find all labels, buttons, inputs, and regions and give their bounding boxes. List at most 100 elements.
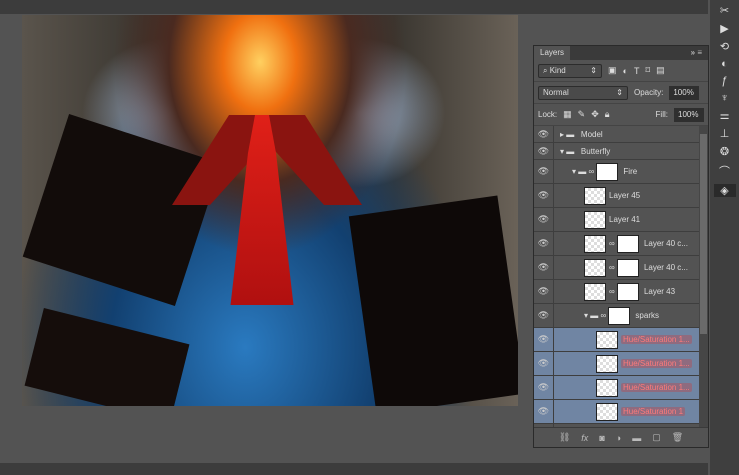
type-filter-icon[interactable]: T [634,66,640,76]
collapse-arrow-icon[interactable]: ▾ [560,147,564,156]
expand-arrow-icon[interactable]: ▸ [560,130,564,139]
fill-label: Fill: [655,110,668,119]
layer-row[interactable]: 👁︎ ∞ Layer 40 c... [534,232,700,256]
paths-icon[interactable]: ⌒ [719,163,730,179]
layer-thumbnail[interactable] [596,354,618,373]
visibility-eye-icon[interactable]: 👁︎ [534,328,554,351]
clone-source-icon[interactable]: ⊥ [720,127,730,140]
layer-mask-thumbnail[interactable] [596,162,619,181]
layers-panel-icon[interactable]: ◈ [713,184,736,197]
blend-mode-select[interactable]: Normal ⇕ [538,85,628,100]
visibility-eye-icon[interactable]: 👁︎ [534,376,554,399]
document-canvas[interactable] [22,15,518,406]
layers-scrollbar[interactable] [699,126,708,428]
tab-layers[interactable]: Layers [534,46,571,60]
visibility-eye-icon[interactable]: 👁︎ [534,208,554,231]
fire-panel-left [22,113,222,307]
adjustment-filter-icon[interactable]: ◐ [623,66,628,76]
visibility-eye-icon[interactable]: 👁︎ [534,126,554,142]
visibility-eye-icon[interactable]: 👁︎ [534,232,554,255]
link-chain-icon: ∞ [588,167,595,176]
layer-mask-thumbnail[interactable] [616,258,639,277]
layer-row[interactable]: 👁︎ Layer 45 [534,184,700,208]
visibility-eye-icon[interactable]: 👁︎ [534,184,554,207]
folder-icon: ▬ [566,129,575,139]
right-panel-dock: ✂ ▶ ⟲ ◐ ƒ ♆ ⚌ ⊥ ❂ ⌒ ◈ [710,0,739,475]
folder-icon: ▬ [566,146,575,156]
link-icon[interactable]: ⛓ [559,432,570,443]
brush-tool-icon[interactable]: ✂ [720,4,729,17]
layer-row[interactable]: 👁︎ ∞ Layer 43 [534,280,700,304]
pixel-filter-icon[interactable]: ▣ [608,65,617,76]
layer-row[interactable]: 👁︎ Layer 41 [534,208,700,232]
layer-thumbnail[interactable] [584,282,606,301]
visibility-eye-icon[interactable]: 👁︎ [534,160,554,183]
layer-mask-thumbnail[interactable] [616,234,639,253]
lock-all-icon[interactable]: 🔒︎ [605,109,610,120]
layer-name: Hue/Saturation 1... [621,335,692,344]
trash-icon[interactable]: 🗑︎ [672,432,683,443]
shape-filter-icon[interactable]: ⌑ [645,65,650,76]
new-group-icon[interactable]: ▬ [632,433,641,443]
lock-pixels-icon[interactable]: ✎ [578,109,586,120]
brushes-icon[interactable]: ♆ [720,92,728,104]
collapse-arrow-icon[interactable]: ▾ [584,311,588,320]
layer-name: sparks [635,311,659,320]
channels-icon[interactable]: ❂ [720,145,729,158]
layer-thumbnail[interactable] [584,258,606,277]
add-mask-icon[interactable]: ◙ [599,433,604,443]
layer-row[interactable]: 👁︎ ∞ Layer 40 c... [534,256,700,280]
lock-transparent-icon[interactable]: ▦ [563,109,572,120]
visibility-eye-icon[interactable]: 👁︎ [534,143,554,159]
visibility-eye-icon[interactable]: 👁︎ [534,304,554,327]
layer-row[interactable]: 👁︎ Hue/Saturation 1... [534,328,700,352]
visibility-eye-icon[interactable]: 👁︎ [534,352,554,375]
visibility-eye-icon[interactable]: 👁︎ [534,400,554,423]
layer-name: Butterfly [580,146,611,156]
panel-menu-icon[interactable]: » ≡ [691,48,702,57]
smart-object-filter-icon[interactable]: ▤ [656,65,665,76]
new-layer-icon[interactable]: ▢ [652,432,661,443]
adjustments-icon[interactable]: ◐ [721,58,728,70]
layer-row[interactable]: 👁︎ Hue/Saturation 1... [534,352,700,376]
options-bar [0,0,708,14]
layer-thumbnail[interactable] [584,234,606,253]
fire-panel-right [348,195,518,406]
properties-icon[interactable]: ⚌ [720,109,730,122]
layer-mask-thumbnail[interactable] [608,306,631,325]
link-chain-icon: ∞ [600,311,607,320]
layer-row[interactable]: 👁︎ ▸ ▬ Model [534,126,700,143]
layer-thumbnail[interactable] [584,210,606,229]
layer-thumbnail[interactable] [584,186,606,205]
status-bar [0,463,708,475]
opacity-input[interactable]: 100% [669,85,700,100]
link-chain-icon: ∞ [609,239,615,248]
layer-row[interactable]: 👁︎ Hue/Saturation 1 [534,400,700,424]
layer-row[interactable]: 👁︎ ▾ ▬ ∞ sparks [534,304,700,328]
styles-icon[interactable]: ƒ [721,75,727,87]
layer-row[interactable]: 👁︎ ▾ ▬ ∞ Fire [534,160,700,184]
layer-thumbnail[interactable] [596,378,618,397]
history-icon[interactable]: ⟲ [720,40,729,53]
visibility-eye-icon[interactable]: 👁︎ [534,256,554,279]
layer-name: Hue/Saturation 1... [621,383,692,392]
collapse-arrow-icon[interactable]: ▾ [572,167,576,176]
fill-input[interactable]: 100% [674,107,704,122]
lock-position-icon[interactable]: ✥ [591,109,599,120]
fx-icon[interactable]: fx [581,433,588,443]
layer-thumbnail[interactable] [596,402,618,421]
layer-mask-thumbnail[interactable] [616,282,639,301]
layers-list: 👁︎ ▸ ▬ Model 👁︎ ▾ ▬ Butterfly 👁︎ ▾ ▬ ∞ Fire 👁︎… [534,126,700,428]
lock-label: Lock: [538,110,558,119]
folder-icon: ▬ [578,167,587,176]
visibility-eye-icon[interactable]: 👁︎ [534,280,554,303]
adjustment-layer-icon[interactable]: ◑ [616,433,621,443]
layer-name: Layer 40 c... [643,263,688,272]
layer-thumbnail[interactable] [596,330,618,349]
layer-row[interactable]: 👁︎ ▾ ▬ Butterfly [534,143,700,160]
filter-kind-select[interactable]: ⌕ Kind ⇕ [538,63,602,78]
play-icon[interactable]: ▶ [720,22,728,35]
opacity-label: Opacity: [634,88,664,97]
layer-name: Hue/Saturation 1... [621,359,692,368]
layer-row[interactable]: 👁︎ Hue/Saturation 1... [534,376,700,400]
